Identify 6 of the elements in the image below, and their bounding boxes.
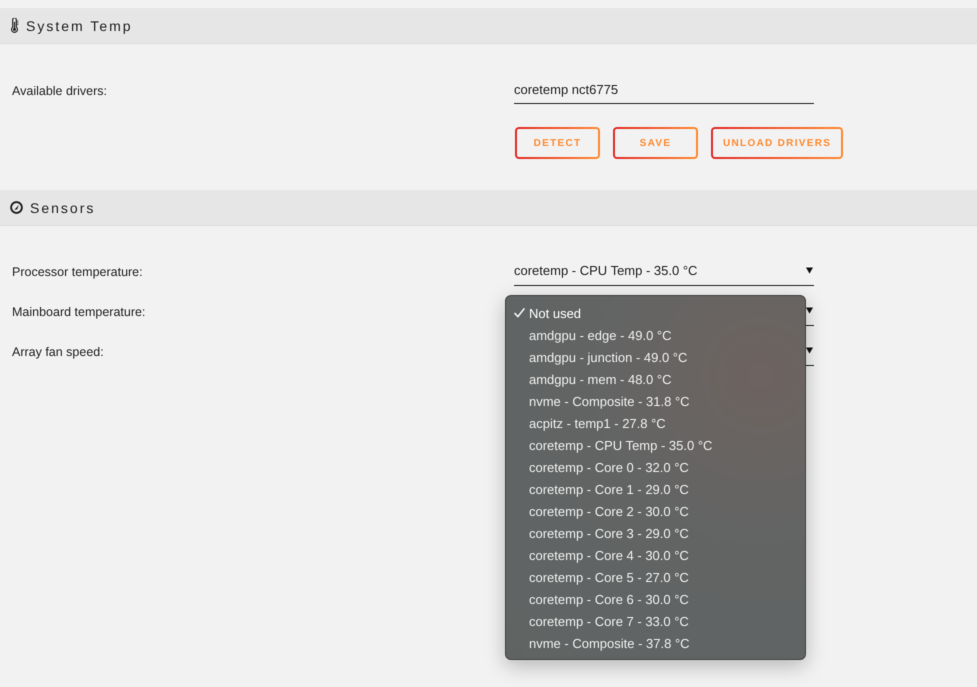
field-label: Available drivers: [12, 84, 107, 98]
section-title: Sensors [30, 200, 96, 216]
field-label: Mainboard temperature: [12, 305, 146, 319]
field-label: Processor temperature: [12, 265, 143, 279]
field-label: Array fan speed: [12, 345, 104, 359]
section-title: System Temp [26, 18, 133, 34]
